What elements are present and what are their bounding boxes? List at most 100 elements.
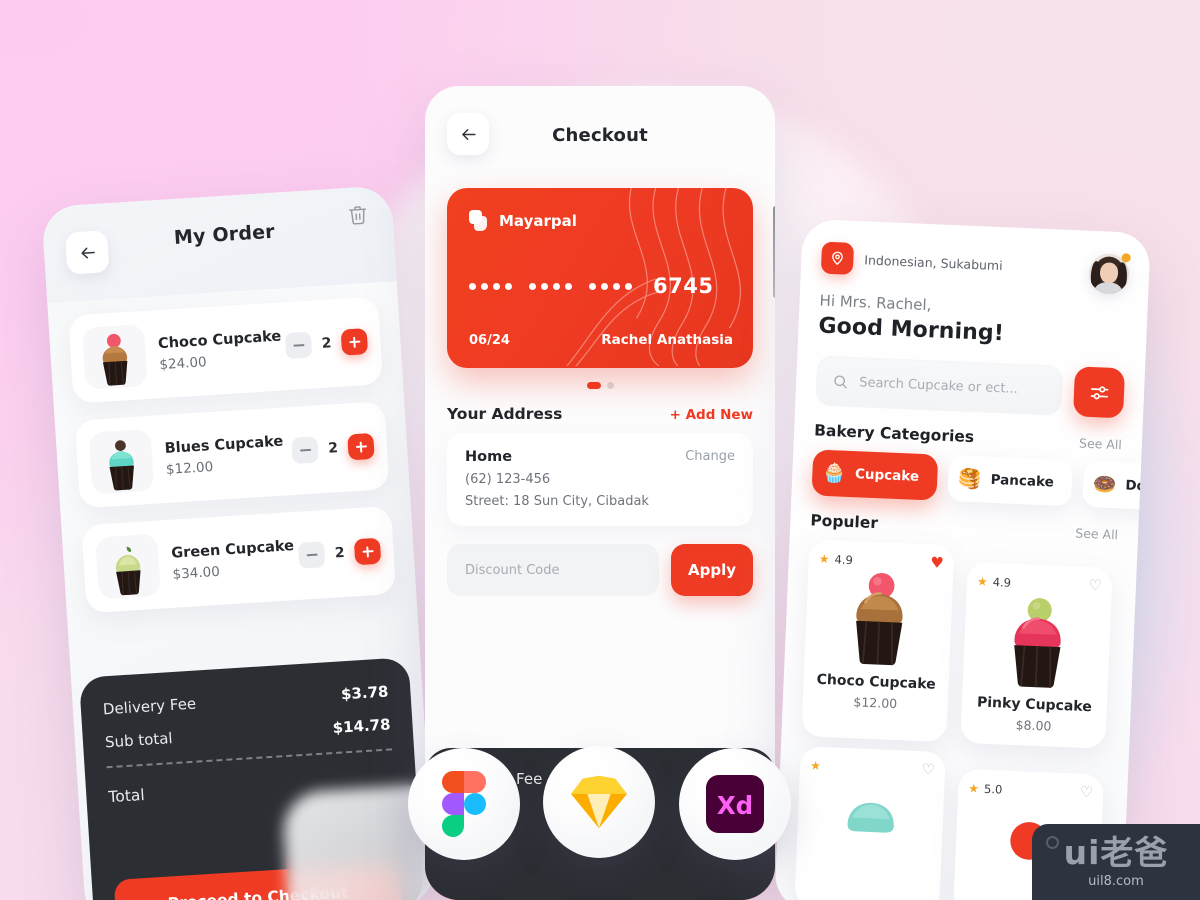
product-price: $12.00	[853, 694, 898, 712]
notification-badge	[1121, 253, 1131, 263]
favorite-heart-icon[interactable]: ♡	[921, 760, 935, 779]
category-chip-cupcake[interactable]: 🧁 Cupcake	[811, 449, 939, 501]
product-rating: ★ 4.9	[819, 551, 854, 566]
decrease-quantity-button[interactable]	[291, 436, 320, 464]
adobe-xd-badge[interactable]: Xd	[679, 748, 791, 860]
watermark-ring-icon	[1046, 836, 1059, 849]
card-number: 6745	[469, 274, 733, 298]
subtotal-label: Sub total	[104, 729, 174, 752]
card-mask-group	[529, 282, 572, 290]
category-label: Pancake	[990, 471, 1055, 491]
delivery-fee-row: Delivery Fee $3.78	[102, 682, 389, 718]
carousel-dot[interactable]	[606, 382, 614, 389]
total-label: Total	[107, 785, 146, 807]
rating-value: 4.9	[834, 551, 854, 567]
location-label: Indonesian, Sukabumi	[864, 251, 1003, 273]
card-brand-name: Mayarpal	[499, 212, 577, 230]
categories-see-all-link[interactable]: See All	[1079, 436, 1122, 453]
checkout-header: Checkout	[425, 86, 775, 182]
category-label: Cupcake	[854, 466, 920, 485]
categories-section-header: Bakery Categories See All	[814, 421, 1122, 452]
carousel-dot-active[interactable]	[586, 382, 601, 389]
card-mask-group	[469, 282, 512, 290]
mint-cupcake-image	[847, 802, 894, 833]
increase-quantity-button[interactable]	[353, 537, 382, 566]
order-item-thumbnail	[88, 428, 155, 495]
quantity-value: 2	[334, 544, 346, 562]
decrease-quantity-button[interactable]	[298, 541, 326, 569]
sketch-badge[interactable]	[543, 746, 655, 858]
figma-badge[interactable]	[408, 748, 520, 860]
product-card[interactable]: ★ 4.9 ♡ Pinky Cupcake $8.00	[960, 561, 1113, 749]
phone-my-order: My Order Choco Cupcake $24.00 2 Blues Cu…	[41, 185, 436, 900]
product-price: $8.00	[1015, 717, 1052, 734]
quantity-value: 2	[327, 440, 339, 457]
address-card[interactable]: Home (62) 123-456 Street: 18 Sun City, C…	[447, 433, 753, 526]
order-item-name: Blues Cupcake	[164, 433, 284, 457]
search-placeholder: Search Cupcake or ect...	[858, 374, 1019, 397]
filter-button[interactable]	[1073, 366, 1126, 419]
order-item-name: Choco Cupcake	[157, 327, 282, 352]
decrease-quantity-button[interactable]	[284, 331, 313, 360]
adobe-xd-logo-icon: Xd	[706, 775, 764, 833]
phone-side-button	[773, 206, 775, 298]
product-price	[805, 878, 930, 883]
order-item-price: $12.00	[165, 458, 214, 478]
star-icon: ★	[976, 573, 989, 589]
category-chip-pancake[interactable]: 🥞 Pancake	[947, 455, 1073, 507]
order-item-thumbnail	[81, 324, 148, 390]
product-card[interactable]: ★ 4.9 ♥ Choco Cupcake $12.00	[801, 539, 955, 743]
favorite-heart-icon[interactable]: ♥	[930, 553, 944, 572]
card-last4: 6745	[653, 274, 714, 298]
quantity-value: 2	[321, 335, 332, 352]
avatar[interactable]	[1088, 252, 1131, 295]
quantity-stepper: 2	[284, 328, 369, 360]
apply-discount-button[interactable]: Apply	[671, 544, 753, 596]
star-icon: ★	[809, 758, 822, 773]
popular-title: Populer	[810, 511, 879, 533]
add-new-address-link[interactable]: + Add New	[670, 407, 753, 423]
order-item[interactable]: Choco Cupcake $24.00 2	[68, 296, 384, 404]
categories-title: Bakery Categories	[813, 421, 975, 447]
product-rating: ★	[810, 758, 826, 773]
svg-text:Xd: Xd	[717, 791, 753, 820]
card-mask-group	[589, 282, 632, 290]
delete-all-button[interactable]	[347, 203, 370, 231]
order-item[interactable]: Blues Cupcake $12.00 2	[74, 401, 390, 509]
search-row: Search Cupcake or ect...	[815, 355, 1126, 419]
rating-value: 5.0	[983, 781, 1003, 797]
subtotal-value: $14.78	[332, 715, 392, 737]
quantity-stepper: 2	[291, 432, 375, 464]
product-rating: ★ 5.0	[968, 781, 1003, 796]
card-brand: Mayarpal	[469, 210, 577, 232]
credit-card[interactable]: Mayarpal 6745 06/24 Rachel Anathasia	[447, 188, 753, 368]
pancake-icon: 🥞	[957, 467, 983, 490]
favorite-heart-icon[interactable]: ♡	[1088, 576, 1102, 595]
order-item-info: Green Cupcake $34.00	[158, 537, 300, 583]
product-image	[806, 775, 935, 876]
address-street: Street: 18 Sun City, Cibadak	[465, 494, 649, 509]
card-carousel-dots	[425, 382, 775, 389]
discount-code-input[interactable]: Discount Code	[447, 544, 659, 596]
increase-quantity-button[interactable]	[340, 328, 369, 356]
figma-logo-icon	[442, 771, 486, 837]
search-input[interactable]: Search Cupcake or ect...	[815, 355, 1064, 416]
sliders-icon	[1090, 385, 1108, 399]
category-chip-list: 🧁 Cupcake 🥞 Pancake 🍩 Donut	[811, 449, 1151, 512]
card-expiry: 06/24	[469, 333, 510, 348]
change-address-button[interactable]: Change	[685, 449, 735, 464]
favorite-heart-icon[interactable]: ♡	[1079, 783, 1093, 802]
product-card[interactable]: ★ ♡	[794, 746, 946, 900]
address-section-title: Your Address	[447, 405, 563, 423]
popular-see-all-link[interactable]: See All	[1075, 525, 1118, 542]
location-row[interactable]: Indonesian, Sukabumi	[820, 241, 1130, 287]
location-button[interactable]	[820, 241, 855, 275]
phone-home: Indonesian, Sukabumi Hi Mrs. Rachel, Goo…	[774, 218, 1151, 900]
popular-section-header: Populer See All	[810, 511, 1118, 542]
card-logo-icon	[469, 210, 489, 232]
order-item-name: Green Cupcake	[170, 537, 295, 562]
product-name: Pinky Cupcake	[976, 694, 1093, 716]
increase-quantity-button[interactable]	[347, 432, 375, 461]
order-item[interactable]: Green Cupcake $34.00 2	[81, 505, 397, 614]
order-item-info: Blues Cupcake $12.00	[151, 433, 293, 479]
